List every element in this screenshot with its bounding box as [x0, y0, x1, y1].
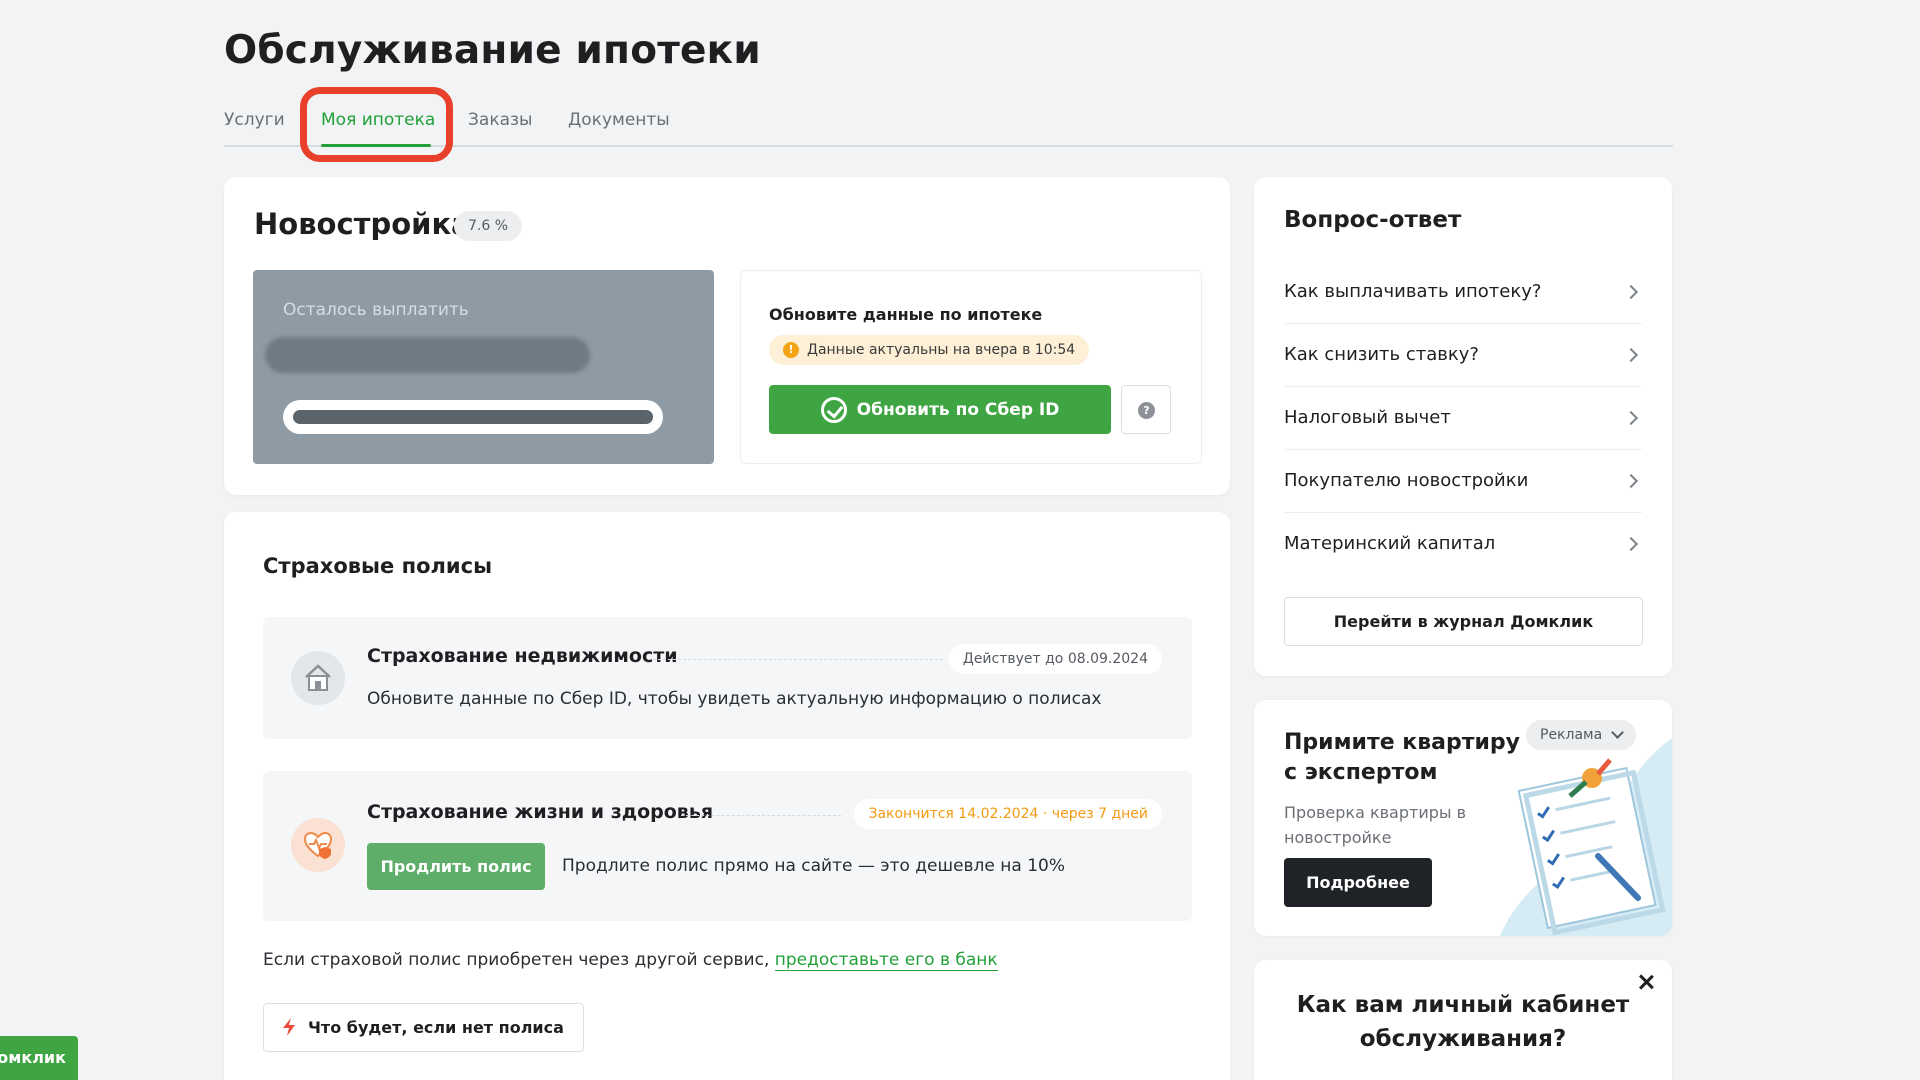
domclick-side-tag[interactable]: Домклик: [0, 1036, 78, 1080]
ad-label: Реклама: [1540, 727, 1603, 743]
data-date-text: Данные актуальны на вчера в 10:54: [807, 342, 1076, 358]
update-sber-id-label: Обновить по Сбер ID: [856, 399, 1060, 420]
policy-name: Страхование жизни и здоровья: [367, 801, 714, 823]
balance-label: Осталось выплатить: [283, 300, 469, 320]
promo-subtitle: Проверка квартиры в новостройке: [1284, 803, 1467, 847]
extend-policy-button[interactable]: Продлить полис: [367, 843, 545, 890]
divider: [653, 659, 943, 660]
faq-item-rate[interactable]: Как снизить ставку?: [1284, 324, 1642, 387]
heart-shield-icon: [291, 818, 345, 872]
survey-card: Как вам личный кабинет обслуживания?: [1254, 960, 1672, 1080]
status-badge: Закончится 14.02.2024 · через 7 дней: [854, 799, 1162, 829]
update-sber-id-button[interactable]: Обновить по Сбер ID: [769, 385, 1111, 434]
status-badge: Действует до 08.09.2024: [948, 644, 1162, 674]
faq-item-new-building[interactable]: Покупателю новостройки: [1284, 450, 1642, 513]
policy-note: Продлите полис прямо на сайте — это деше…: [562, 856, 1066, 876]
policies-card: Страховые полисы Страхование недвижимост…: [224, 512, 1230, 1080]
survey-title: Как вам личный кабинет обслуживания?: [1296, 992, 1630, 1052]
redacted-amount: [265, 337, 590, 373]
data-date-badge: ! Данные актуальны на вчера в 10:54: [769, 335, 1090, 365]
faq-item-label: Материнский капитал: [1284, 533, 1496, 554]
promo-more-button[interactable]: Подробнее: [1284, 858, 1432, 907]
side-tag-label: Домклик: [0, 1048, 66, 1067]
policy-note: Обновите данные по Сбер ID, чтобы увидет…: [367, 689, 1102, 709]
provide-policy-link[interactable]: предоставьте его в банк: [774, 950, 998, 971]
question-icon: ?: [1138, 402, 1155, 419]
divider: [681, 815, 841, 816]
close-icon[interactable]: [1634, 970, 1658, 994]
chevron-right-icon: [1623, 347, 1639, 363]
lightning-icon: [283, 1018, 295, 1036]
mortgage-card: Новостройка 7.6 % Осталось выплатить Обн…: [224, 177, 1230, 495]
faq-title: Вопрос-ответ: [1284, 207, 1462, 233]
faq-item-maternity[interactable]: Материнский капитал: [1284, 513, 1642, 576]
footnote: Если страховой полис приобретен через др…: [263, 950, 998, 971]
chevron-right-icon: [1623, 284, 1639, 300]
faq-card: Вопрос-ответ Как выплачивать ипотеку? Ка…: [1254, 177, 1672, 676]
faq-item-label: Как выплачивать ипотеку?: [1284, 281, 1542, 302]
policy-life-health: Страхование жизни и здоровья Закончится …: [263, 771, 1192, 921]
journal-button[interactable]: Перейти в журнал Домклик: [1284, 597, 1643, 646]
mortgage-title: Новостройка: [254, 207, 471, 241]
faq-item-label: Как снизить ставку?: [1284, 344, 1479, 365]
faq-item-tax[interactable]: Налоговый вычет: [1284, 387, 1642, 450]
promo-card: Примите квартиру с экспертом Проверка кв…: [1254, 700, 1672, 936]
policy-property: Страхование недвижимости Действует до 08…: [263, 617, 1192, 739]
promo-title: Примите квартиру с экспертом: [1284, 730, 1521, 785]
ad-badge[interactable]: Реклама: [1526, 720, 1637, 750]
no-policy-label: Что будет, если нет полиса: [308, 1018, 564, 1037]
rate-badge: 7.6 %: [454, 211, 523, 241]
chevron-down-icon: [1611, 726, 1625, 739]
update-panel: Обновите данные по ипотеке ! Данные акту…: [740, 270, 1202, 464]
balance-panel: Осталось выплатить: [253, 270, 714, 464]
faq-item-label: Налоговый вычет: [1284, 407, 1451, 428]
no-policy-button[interactable]: Что будет, если нет полиса: [263, 1003, 584, 1052]
page-title: Обслуживание ипотеки: [224, 28, 761, 73]
policy-name: Страхование недвижимости: [367, 645, 678, 667]
faq-item-pay[interactable]: Как выплачивать ипотеку?: [1284, 261, 1642, 324]
chevron-right-icon: [1623, 410, 1639, 426]
tab-services[interactable]: Услуги: [224, 110, 285, 130]
tab-orders[interactable]: Заказы: [468, 110, 532, 130]
info-icon: !: [783, 342, 799, 358]
sber-check-icon: [820, 396, 847, 423]
help-button[interactable]: ?: [1121, 385, 1171, 434]
chevron-right-icon: [1623, 536, 1639, 552]
redacted-progress: [283, 400, 663, 434]
house-icon: [291, 651, 345, 705]
tab-documents[interactable]: Документы: [568, 110, 670, 130]
policies-title: Страховые полисы: [263, 554, 493, 578]
checklist-illustration: [1500, 738, 1672, 936]
faq-item-label: Покупателю новостройки: [1284, 470, 1529, 491]
update-title: Обновите данные по ипотеке: [769, 305, 1043, 324]
footnote-text: Если страховой полис приобретен через др…: [263, 950, 775, 970]
tab-highlight-annotation: [300, 87, 453, 162]
chevron-right-icon: [1623, 473, 1639, 489]
